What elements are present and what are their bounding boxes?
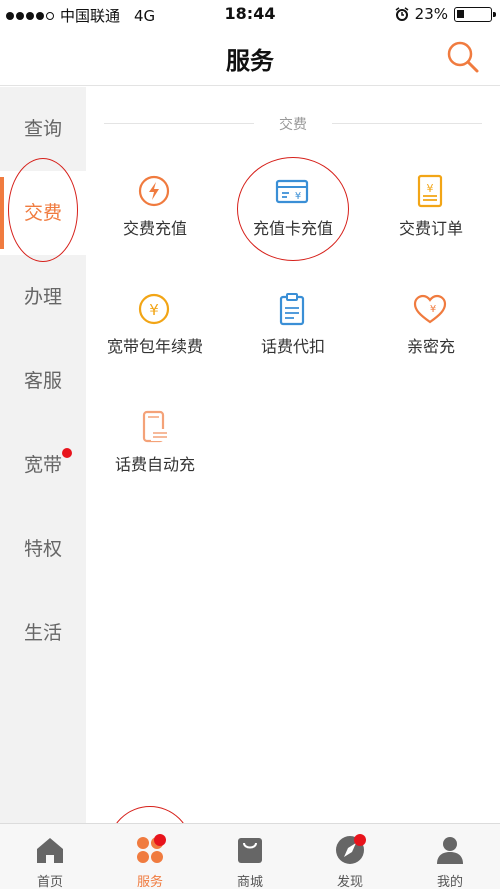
tab-label: 我的 bbox=[436, 875, 463, 889]
sidebar-item-broadband[interactable]: 宽带 bbox=[0, 423, 86, 507]
search-button[interactable] bbox=[444, 38, 482, 76]
svg-text:¥: ¥ bbox=[430, 304, 436, 315]
sidebar-item-life[interactable]: 生活 bbox=[0, 591, 86, 675]
service-item-label: 话费自动充 bbox=[114, 455, 195, 474]
search-icon bbox=[447, 41, 479, 73]
section-divider-right bbox=[332, 123, 482, 124]
clipboard-icon bbox=[279, 293, 305, 326]
sidebar: 查询 交费 办理 客服 宽带 特权 生活 bbox=[0, 87, 86, 823]
battery-percent: 23% bbox=[414, 5, 448, 23]
broadband-badge-dot bbox=[62, 448, 72, 458]
service-item-card-recharge[interactable]: ¥ 充值卡充值 bbox=[224, 173, 362, 273]
sidebar-item-handle[interactable]: 办理 bbox=[0, 255, 86, 339]
header: 服务 bbox=[0, 30, 500, 86]
service-item-pay-recharge[interactable]: 交费充值 bbox=[86, 173, 224, 273]
tab-mine[interactable]: 我的 bbox=[400, 824, 500, 889]
sidebar-item-privilege[interactable]: 特权 bbox=[0, 507, 86, 591]
svg-text:¥: ¥ bbox=[295, 191, 301, 202]
service-item-pay-order[interactable]: ¥ 交费订单 bbox=[362, 173, 500, 273]
section-header: 交费 bbox=[104, 113, 482, 133]
service-item-label: 交费充值 bbox=[122, 219, 187, 238]
service-item-label: 宽带包年续费 bbox=[106, 337, 203, 356]
service-item-auto-recharge[interactable]: 话费自动充 bbox=[86, 409, 224, 509]
service-item-label: 交费订单 bbox=[398, 219, 463, 238]
main-content: 交费 交费充值 ¥ 充值卡充值 ¥ 交费订单 ¥ 宽带包年续费 话费代扣 ¥ 亲… bbox=[86, 87, 500, 823]
status-bar: 中国联通 4G 18:44 23% bbox=[0, 0, 500, 30]
tab-mall[interactable]: 商城 bbox=[200, 824, 300, 889]
tab-label: 发现 bbox=[336, 875, 363, 889]
discover-badge-dot bbox=[354, 834, 366, 846]
sidebar-item-customer-service[interactable]: 客服 bbox=[0, 339, 86, 423]
service-item-auto-deduct[interactable]: 话费代扣 bbox=[224, 291, 362, 391]
page-title: 服务 bbox=[226, 47, 274, 75]
tab-bar: 首页 服务 商城 发现 我的 bbox=[0, 823, 500, 889]
service-item-intimate-recharge[interactable]: ¥ 亲密充 bbox=[362, 291, 500, 391]
sidebar-item-payment[interactable]: 交费 bbox=[0, 171, 86, 255]
heart-yuan-icon: ¥ bbox=[413, 294, 447, 324]
service-item-label: 话费代扣 bbox=[260, 337, 325, 356]
tab-service[interactable]: 服务 bbox=[100, 824, 200, 889]
phone-auto-charge-icon bbox=[142, 410, 169, 443]
service-item-broadband-renewal[interactable]: ¥ 宽带包年续费 bbox=[86, 291, 224, 391]
home-icon bbox=[37, 838, 63, 863]
yuan-card-icon: ¥ bbox=[275, 179, 309, 204]
lightning-coin-icon bbox=[138, 175, 170, 207]
svg-text:¥: ¥ bbox=[149, 301, 159, 319]
battery-icon bbox=[454, 6, 496, 22]
tab-home[interactable]: 首页 bbox=[0, 824, 100, 889]
tab-label: 首页 bbox=[36, 875, 63, 889]
service-badge-dot bbox=[154, 834, 166, 846]
service-item-label: 充值卡充值 bbox=[252, 219, 333, 238]
sidebar-item-query[interactable]: 查询 bbox=[0, 87, 86, 171]
shopping-bag-icon bbox=[238, 838, 262, 863]
service-item-label: 亲密充 bbox=[406, 337, 455, 356]
tab-label: 商城 bbox=[236, 875, 263, 889]
person-icon bbox=[437, 837, 463, 864]
battery-fill bbox=[457, 9, 465, 18]
order-document-icon: ¥ bbox=[417, 174, 443, 208]
tab-discover[interactable]: 发现 bbox=[300, 824, 400, 889]
status-right: 23% bbox=[395, 5, 496, 23]
section-title: 交费 bbox=[279, 117, 307, 133]
svg-text:¥: ¥ bbox=[427, 182, 434, 195]
yuan-coin-icon: ¥ bbox=[138, 293, 170, 325]
tab-label: 服务 bbox=[136, 875, 163, 889]
alarm-icon bbox=[395, 7, 409, 21]
